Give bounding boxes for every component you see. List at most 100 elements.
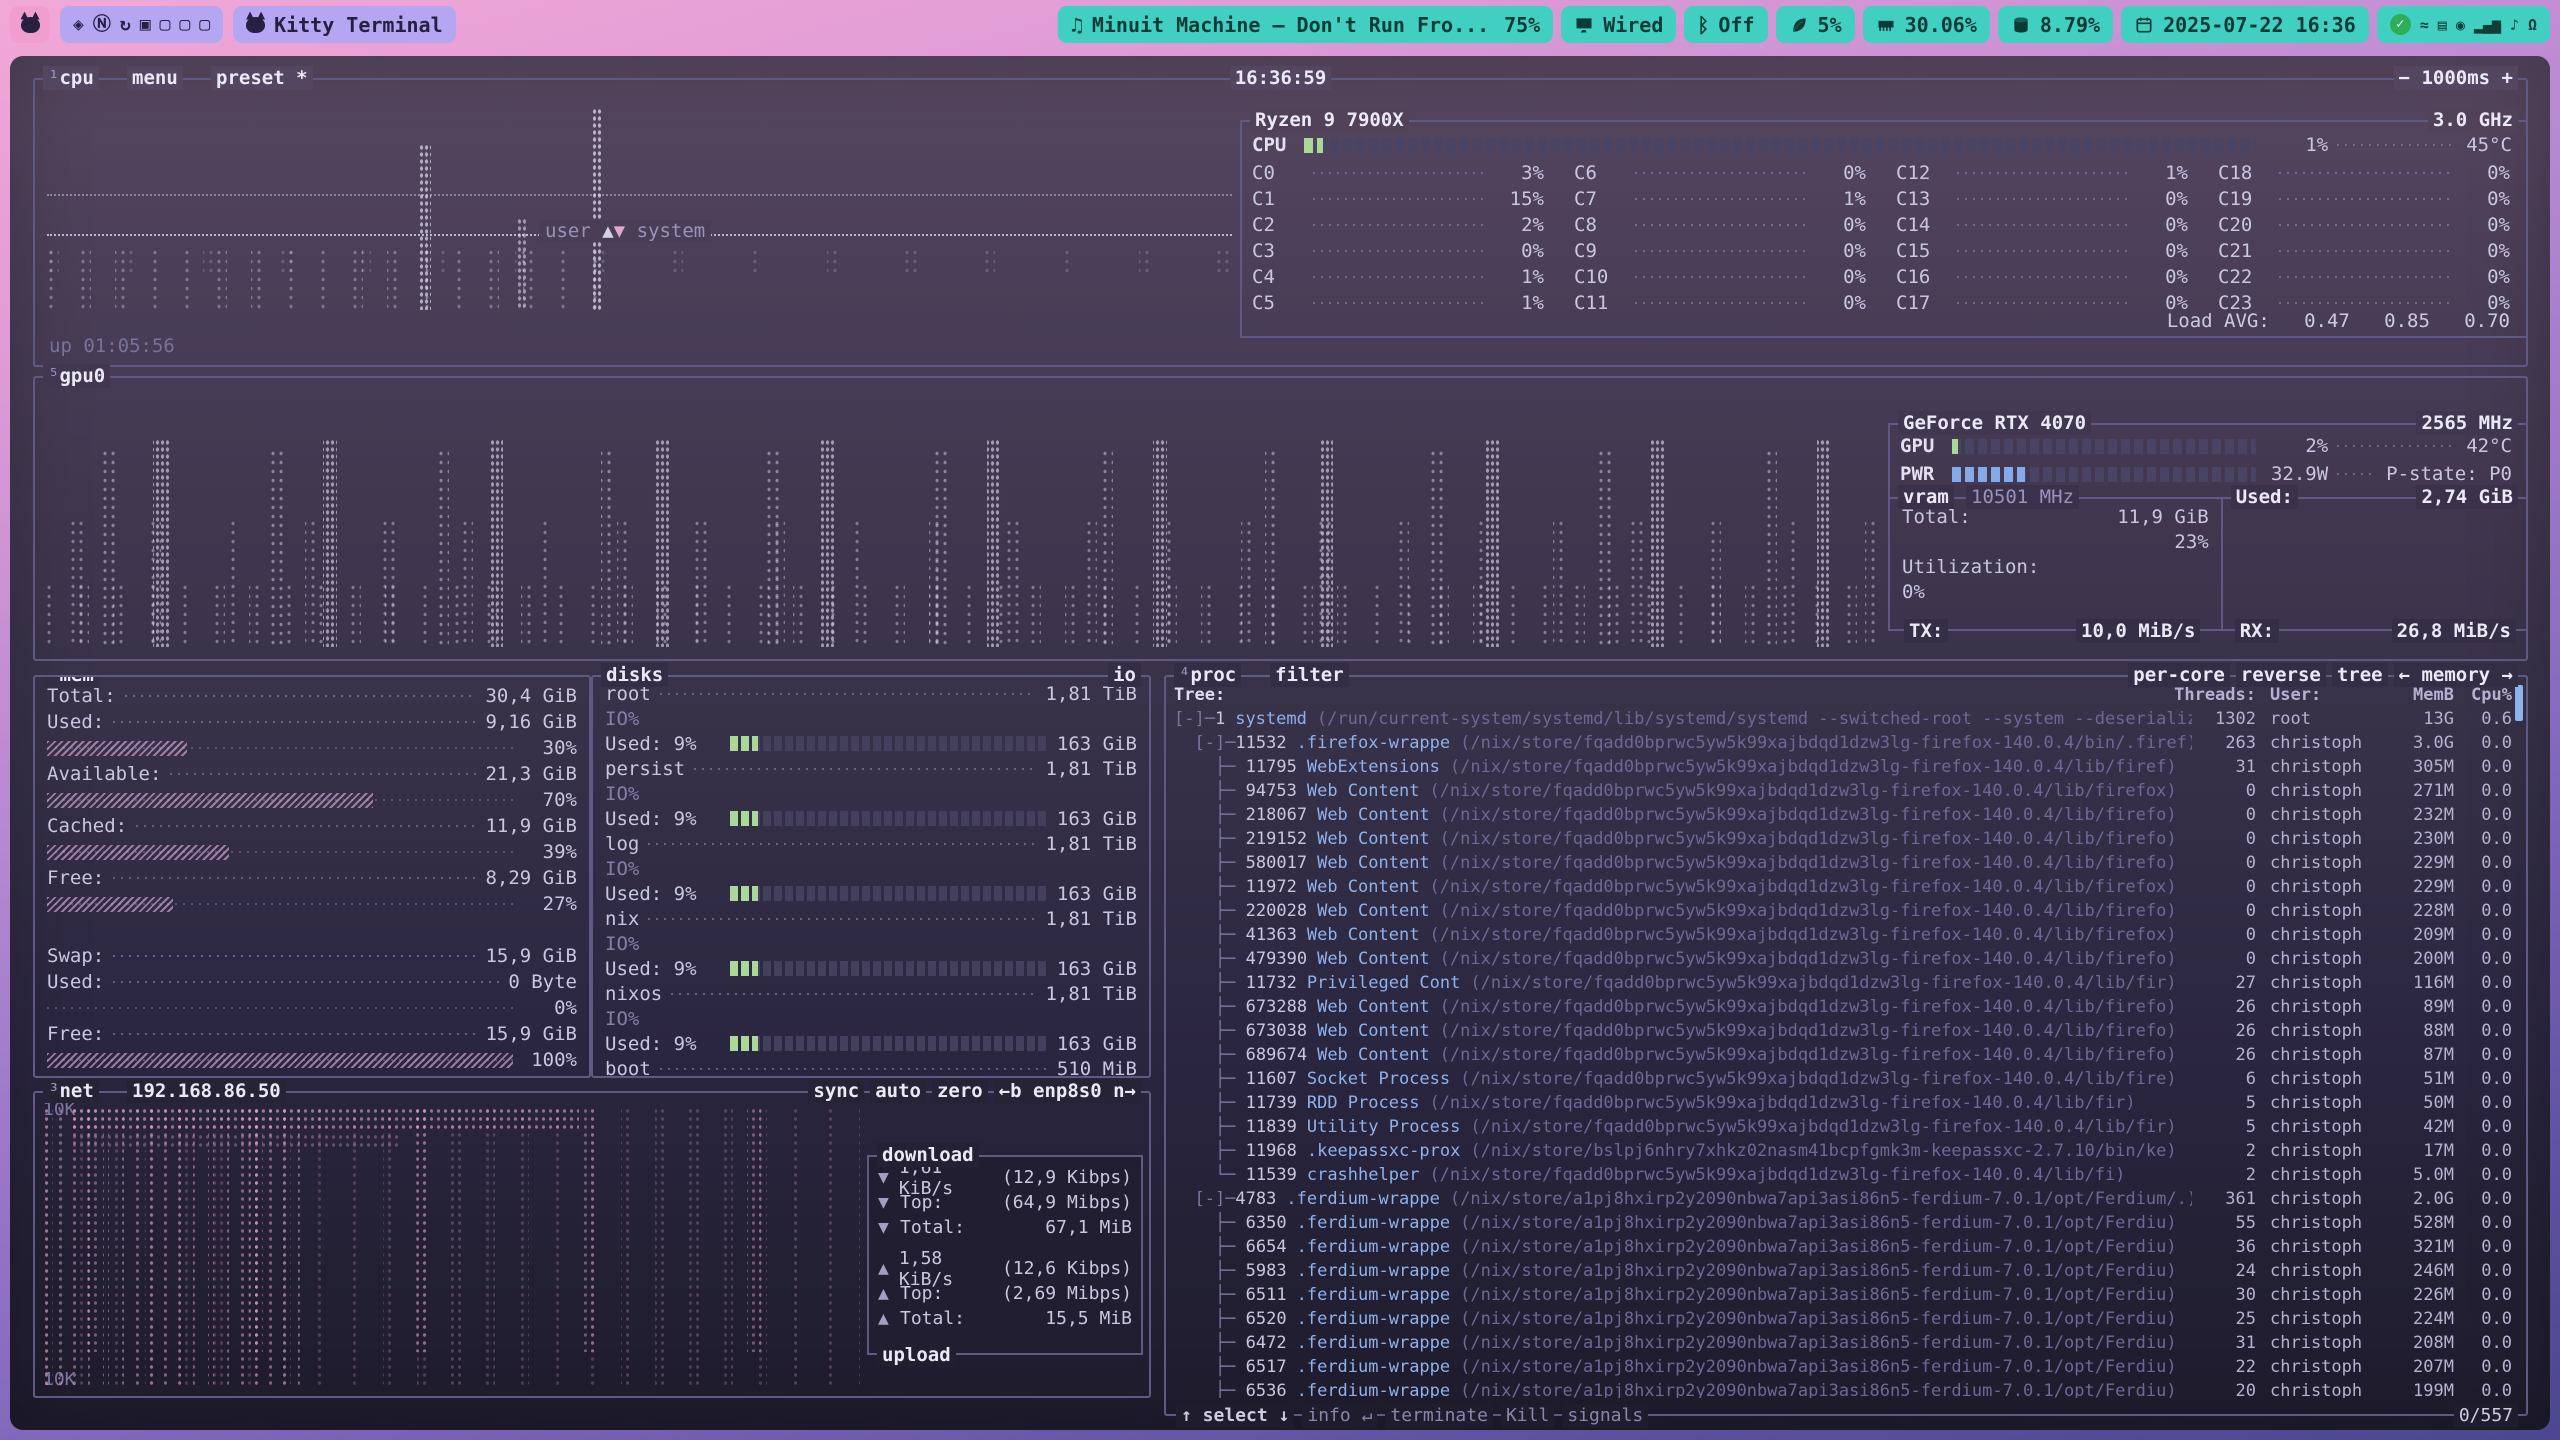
clock-widget[interactable]: 2025-07-22 16:36	[2121, 6, 2369, 43]
vram-used-value: 2,74 GiB	[2416, 485, 2518, 509]
bell-icon[interactable]: Ω	[2528, 16, 2537, 34]
disks-io-title[interactable]: io	[1108, 663, 1141, 687]
workspace-icon[interactable]: Ⓝ	[93, 6, 111, 43]
process-row[interactable]: ├─ 11972 Web Content (/nix/store/fqadd0b…	[1174, 875, 2512, 899]
launcher-button[interactable]	[10, 6, 50, 43]
process-row[interactable]: ├─ 11795 WebExtensions (/nix/store/fqadd…	[1174, 755, 2512, 779]
process-cpu: 0.0	[2454, 1235, 2512, 1259]
process-row[interactable]: ├─ 6520 .ferdium-wrappe (/nix/store/a1pj…	[1174, 1307, 2512, 1331]
process-row[interactable]: └─ 11539 crashhelper (/nix/store/fqadd0b…	[1174, 1163, 2512, 1187]
cpu-core-row: C4 1%	[1252, 264, 1544, 290]
net-sync-toggle[interactable]: sync	[808, 1079, 864, 1103]
interval-decrease[interactable]: −	[2399, 67, 2410, 89]
process-row[interactable]: ├─ 218067 Web Content (/nix/store/fqadd0…	[1174, 803, 2512, 827]
workspace-icon[interactable]: ▢	[160, 6, 171, 43]
process-mem: 89M	[2384, 995, 2454, 1019]
filter-button[interactable]: filter	[1270, 663, 1349, 687]
interval-increase[interactable]: +	[2502, 67, 2513, 89]
check-circle-icon[interactable]: ✓	[2390, 14, 2411, 35]
process-row[interactable]: ├─ 11968 .keepassxc-prox (/nix/store/bsl…	[1174, 1139, 2512, 1163]
cpu-graph-spike	[592, 108, 602, 310]
process-row[interactable]: [-]─11532 .firefox-wrappe (/nix/store/fq…	[1174, 731, 2512, 755]
menu-button[interactable]: menu	[127, 66, 183, 90]
core-pct: 1%	[1814, 188, 1866, 210]
info-action[interactable]: info ↵	[1302, 1404, 1377, 1428]
disk-usage-widget[interactable]: 8.79%	[1998, 6, 2113, 43]
cpu-usage-widget[interactable]: 5%	[1776, 6, 1855, 43]
memory-panel-title[interactable]: ²mem	[43, 675, 99, 687]
process-scrollbar[interactable]	[2515, 685, 2523, 721]
workspace-icon[interactable]: ▣	[140, 6, 151, 43]
process-row[interactable]: ├─ 6654 .ferdium-wrappe (/nix/store/a1pj…	[1174, 1235, 2512, 1259]
mem-row: Used:9,16 GiB	[35, 709, 589, 735]
disks-panel-title[interactable]: disks	[601, 663, 668, 687]
waveform-icon[interactable]: ≈	[2420, 16, 2429, 34]
preset-button[interactable]: preset *	[211, 66, 313, 90]
process-cpu: 0.0	[2454, 1259, 2512, 1283]
volume-small-icon[interactable]: ♪	[2510, 16, 2519, 34]
process-row[interactable]: ├─ 6350 .ferdium-wrappe (/nix/store/a1pj…	[1174, 1211, 2512, 1235]
workspace-icon[interactable]: ◈	[73, 6, 84, 43]
process-name: .ferdium-wrappe	[1287, 1211, 1451, 1235]
bluetooth-widget[interactable]: ᛒ Off	[1684, 6, 1767, 43]
per-core-toggle[interactable]: per-core	[2128, 663, 2230, 687]
process-user: christoph	[2256, 1283, 2384, 1307]
cpu-core-row: C19 0%	[2218, 186, 2510, 212]
network-widget[interactable]: Wired	[1561, 6, 1676, 43]
net-auto-toggle[interactable]: auto	[870, 1079, 926, 1103]
active-window-segment[interactable]: Kitty Terminal	[233, 6, 456, 43]
process-row[interactable]: ├─ 6517 .ferdium-wrappe (/nix/store/a1pj…	[1174, 1355, 2512, 1379]
signals-action[interactable]: signals	[1562, 1404, 1648, 1428]
cpu-panel-title[interactable]: ¹cpu	[43, 66, 99, 90]
tree-branch: ├─	[1174, 755, 1246, 779]
process-row[interactable]: ├─ 11839 Utility Process (/nix/store/fqa…	[1174, 1115, 2512, 1139]
workspace-icon[interactable]: ▢	[179, 6, 190, 43]
process-row[interactable]: ├─ 219152 Web Content (/nix/store/fqadd0…	[1174, 827, 2512, 851]
process-row[interactable]: ├─ 220028 Web Content (/nix/store/fqadd0…	[1174, 899, 2512, 923]
process-row[interactable]: [-]─4783 .ferdium-wrappe (/nix/store/a1p…	[1174, 1187, 2512, 1211]
process-panel-title[interactable]: ⁴proc	[1174, 663, 1241, 687]
kill-action[interactable]: Kill	[1501, 1404, 1554, 1428]
process-pid: 11532	[1235, 731, 1286, 755]
memory-usage-widget[interactable]: 30.06%	[1863, 6, 1990, 43]
net-zero-toggle[interactable]: zero	[932, 1079, 988, 1103]
process-row[interactable]: ├─ 11732 Privileged Cont (/nix/store/fqa…	[1174, 971, 2512, 995]
gpu-panel: ⁵gpu0 GeForce RTX 4070 2565 MHz GPU 2% 4…	[33, 376, 2528, 661]
core-label: C16	[1896, 266, 1948, 288]
reverse-toggle[interactable]: reverse	[2236, 663, 2326, 687]
net-interface-selector[interactable]: ←b enp8s0 n→	[994, 1079, 1141, 1103]
music-widget[interactable]: ♫ Minuit Machine – Don't Run Fro...	[1058, 6, 1502, 43]
process-threads: 0	[2192, 875, 2256, 899]
sort-column-selector[interactable]: ← memory →	[2394, 663, 2518, 687]
process-threads: 31	[2192, 1331, 2256, 1355]
process-row[interactable]: ├─ 580017 Web Content (/nix/store/fqadd0…	[1174, 851, 2512, 875]
wired-network-icon	[1574, 15, 1594, 35]
process-row[interactable]: ├─ 6472 .ferdium-wrappe (/nix/store/a1pj…	[1174, 1331, 2512, 1355]
process-row[interactable]: ├─ 479390 Web Content (/nix/store/fqadd0…	[1174, 947, 2512, 971]
process-row[interactable]: [-]─1 systemd (/run/current-system/syste…	[1174, 707, 2512, 731]
process-row[interactable]: ├─ 11607 Socket Process (/nix/store/fqad…	[1174, 1067, 2512, 1091]
process-row[interactable]: ├─ 689674 Web Content (/nix/store/fqadd0…	[1174, 1043, 2512, 1067]
process-row[interactable]: ├─ 5983 .ferdium-wrappe (/nix/store/a1pj…	[1174, 1259, 2512, 1283]
signal-icon[interactable]: ▂▄▆	[2474, 16, 2501, 34]
vram-used-label: Used:	[2231, 485, 2298, 509]
process-row[interactable]: ├─ 673288 Web Content (/nix/store/fqadd0…	[1174, 995, 2512, 1019]
process-pid: 11732	[1246, 971, 1297, 995]
camera-icon[interactable]: ◉	[2456, 16, 2465, 34]
workspace-icon[interactable]: ↻	[120, 6, 131, 43]
network-panel-title[interactable]: ³net	[43, 1079, 99, 1103]
tree-toggle[interactable]: tree	[2332, 663, 2388, 687]
tree-branch: ├─	[1174, 1283, 1246, 1307]
process-row[interactable]: ├─ 11739 RDD Process (/nix/store/fqadd0b…	[1174, 1091, 2512, 1115]
process-row[interactable]: ├─ 41363 Web Content (/nix/store/fqadd0b…	[1174, 923, 2512, 947]
select-action[interactable]: ↑ select ↓	[1176, 1404, 1294, 1428]
process-row[interactable]: ├─ 6536 .ferdium-wrappe (/nix/store/a1pj…	[1174, 1379, 2512, 1398]
process-row[interactable]: ├─ 673038 Web Content (/nix/store/fqadd0…	[1174, 1019, 2512, 1043]
gpu-panel-title[interactable]: ⁵gpu0	[43, 364, 110, 388]
process-row[interactable]: ├─ 6511 .ferdium-wrappe (/nix/store/a1pj…	[1174, 1283, 2512, 1307]
process-row[interactable]: ├─ 94753 Web Content (/nix/store/fqadd0b…	[1174, 779, 2512, 803]
terminate-action[interactable]: terminate	[1385, 1404, 1493, 1428]
display-icon[interactable]: ▤	[2438, 16, 2447, 34]
process-command: (/nix/store/fqadd0bprwc5yw5k99xajbdqd1dz…	[1450, 1067, 2192, 1091]
workspace-icon[interactable]: ▢	[199, 6, 210, 43]
